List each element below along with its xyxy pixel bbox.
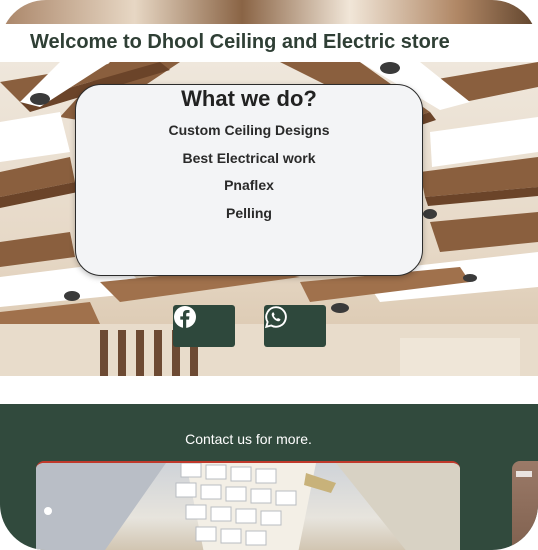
hero-section: What we do? Custom Ceiling Designs Best … [0, 62, 538, 376]
page-frame: Welcome to Dhool Ceiling and Electric st… [0, 0, 538, 550]
contact-section: Contact us for more. [0, 404, 538, 550]
ceiling-light-image [36, 463, 460, 550]
service-item: Custom Ceiling Designs [168, 122, 330, 138]
previous-section-image [0, 0, 538, 24]
services-list: Custom Ceiling Designs Best Electrical w… [76, 117, 422, 227]
gallery-image[interactable] [36, 461, 460, 550]
gallery-image-next[interactable] [512, 461, 538, 550]
service-item: Pelling [226, 204, 272, 221]
service-item: Pnaflex [224, 177, 274, 193]
page-title: Welcome to Dhool Ceiling and Electric st… [30, 31, 450, 53]
facebook-button[interactable] [173, 305, 235, 347]
services-card: What we do? Custom Ceiling Designs Best … [75, 84, 423, 276]
site-header: Welcome to Dhool Ceiling and Electric st… [0, 24, 538, 62]
whatsapp-button[interactable] [264, 305, 326, 347]
service-item: Best Electrical work [182, 149, 316, 166]
services-title: What we do? [181, 86, 317, 111]
facebook-icon [174, 306, 196, 328]
contact-text: Contact us for more. [185, 431, 312, 447]
section-gap [0, 376, 538, 404]
whatsapp-icon [264, 306, 287, 329]
